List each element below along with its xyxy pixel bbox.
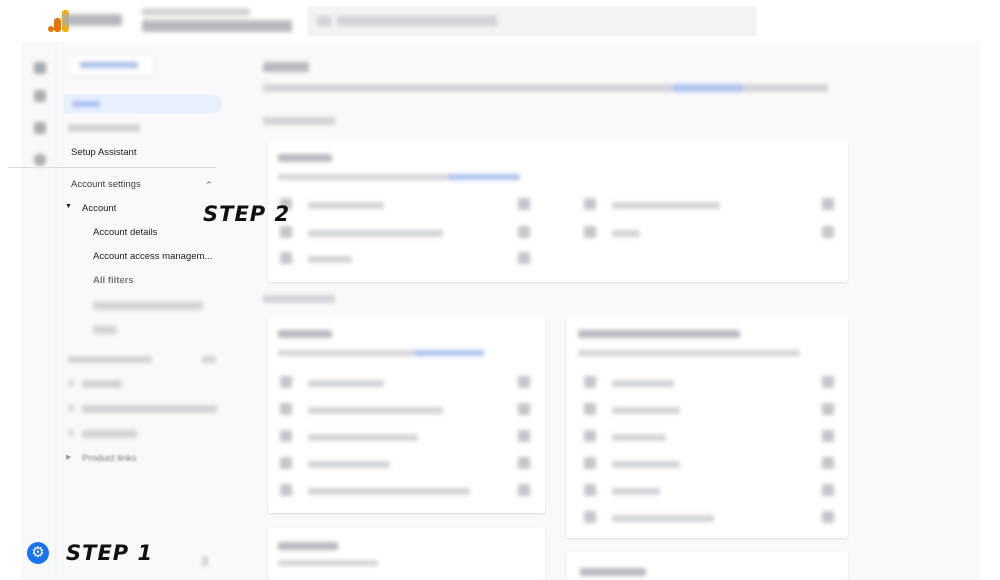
admin-tab-chip[interactable] (68, 54, 154, 76)
nav-item-account-access[interactable]: Account access managem... (93, 251, 212, 262)
nav-item-account-details[interactable]: Account details (93, 227, 157, 238)
nav-item-active[interactable] (64, 94, 222, 114)
lower-right-card (566, 552, 848, 580)
lower-left-card (268, 528, 545, 580)
nav-item-setup-assistant[interactable]: Setup Assistant (71, 147, 136, 158)
nav-item-product-links[interactable]: Product links (82, 453, 136, 464)
property-card (268, 318, 545, 513)
nav-item-account[interactable]: Account (82, 203, 116, 214)
advertising-icon[interactable] (34, 154, 46, 166)
triangle-down-icon[interactable]: ▼ (65, 203, 72, 210)
chevron-up-icon[interactable]: ⌃ (205, 180, 213, 191)
icon-rail (22, 42, 58, 580)
nav-divider (8, 167, 216, 168)
account-card (268, 142, 848, 282)
triangle-right-icon[interactable]: ▶ (66, 453, 71, 461)
gear-icon[interactable]: ⚙ (27, 542, 49, 564)
nav-section-account-settings[interactable]: Account settings (71, 179, 141, 190)
data-collection-card (566, 318, 848, 538)
explore-icon[interactable] (34, 122, 46, 134)
admin-nav-panel (58, 42, 230, 580)
annotation-step-1: STEP 1 (66, 541, 154, 565)
home-icon[interactable] (34, 62, 46, 74)
reports-icon[interactable] (34, 90, 46, 102)
annotation-step-2: STEP 2 (203, 202, 291, 226)
search-box[interactable] (307, 6, 757, 36)
top-app-bar (22, 0, 980, 42)
nav-item-all-filters[interactable]: All filters (93, 275, 134, 286)
